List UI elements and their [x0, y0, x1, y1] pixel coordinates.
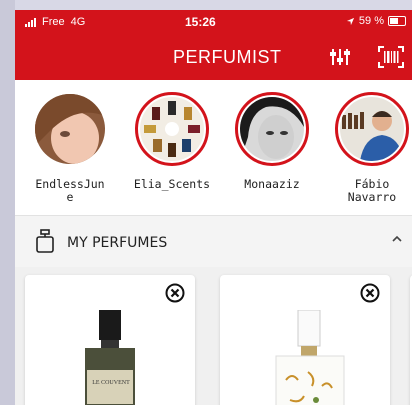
avatar	[35, 94, 105, 164]
battery-icon	[388, 16, 406, 26]
perfume-image	[85, 310, 135, 405]
avatar	[140, 97, 204, 161]
status-right: 59 %	[346, 15, 406, 27]
section-title: MY PERFUMES	[67, 235, 168, 251]
story-item[interactable]: Elia_Scents	[127, 92, 217, 191]
app-bar: PERFUMIST	[15, 35, 412, 80]
perfume-bottle-icon	[36, 229, 54, 253]
story-item[interactable]: Monaaziz	[227, 92, 317, 191]
story-name: EndlessJun e	[35, 177, 105, 204]
story-name: Elia_Scents	[133, 177, 211, 191]
avatar	[340, 97, 404, 161]
story-item[interactable]: EndlessJun e	[25, 92, 115, 204]
location-arrow-icon	[346, 17, 355, 25]
story-ring	[235, 92, 309, 166]
perfume-card[interactable]: LE COUVENT	[25, 275, 195, 405]
perfume-cards: LE COUVENT	[15, 267, 412, 405]
story-name: Fábio Navarro	[347, 177, 397, 204]
story-ring	[135, 92, 209, 166]
background-panel	[0, 0, 15, 405]
story-ring	[335, 92, 409, 166]
app-title: PERFUMIST	[173, 47, 282, 67]
status-left: Free 4G	[25, 16, 85, 28]
chevron-up-icon[interactable]	[392, 235, 402, 243]
battery-percent: 59 %	[358, 15, 384, 27]
status-time: 15:26	[185, 15, 216, 29]
carrier-label: Free	[42, 16, 65, 28]
stories-bar: EndlessJun e Elia_Scents Monaaziz Fábio …	[15, 80, 412, 215]
remove-button[interactable]	[360, 283, 380, 303]
perfume-brand: LE COUVENT	[92, 380, 130, 386]
my-perfumes-section-header[interactable]: MY PERFUMES	[15, 215, 412, 268]
avatar	[240, 97, 304, 161]
filter-button[interactable]	[329, 47, 351, 67]
signal-icon	[25, 17, 36, 27]
sliders-icon	[330, 49, 350, 65]
story-ring	[33, 92, 107, 166]
network-label: 4G	[70, 16, 86, 28]
story-item[interactable]: Fábio Navarro	[327, 92, 412, 204]
perfume-image	[275, 310, 345, 405]
barcode-scan-button[interactable]	[378, 46, 404, 68]
phone-screen: Free 4G 15:26 59 % PERFUMIST EndlessJun …	[15, 10, 412, 405]
status-bar: Free 4G 15:26 59 %	[15, 10, 412, 35]
remove-button[interactable]	[165, 283, 185, 303]
perfume-card[interactable]	[220, 275, 390, 405]
barcode-scan-icon	[378, 46, 404, 68]
story-name: Monaaziz	[244, 177, 300, 191]
